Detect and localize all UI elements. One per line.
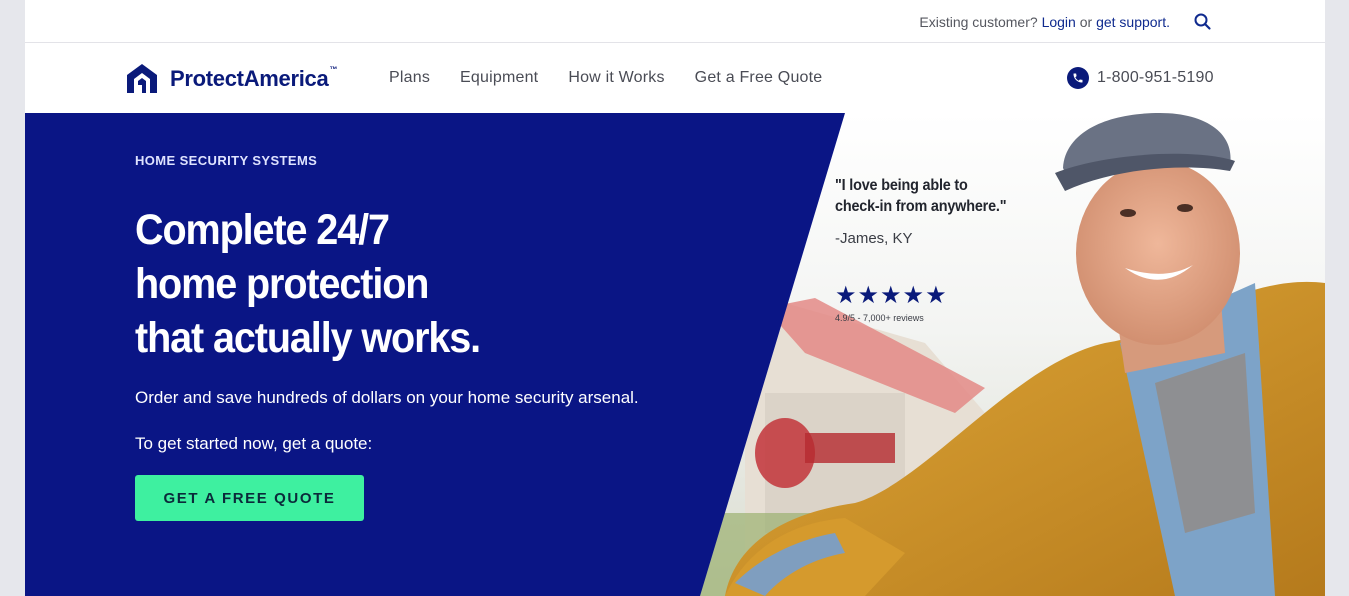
star-icon: ★ xyxy=(925,281,947,309)
review-count: 4.9/5 - 7,000+ reviews xyxy=(835,313,924,323)
search-icon[interactable] xyxy=(1193,12,1213,32)
hero-subtext: Order and save hundreds of dollars on yo… xyxy=(135,388,639,407)
star-icon: ★ xyxy=(902,281,925,309)
phone-link[interactable]: 1-800-951-5190 xyxy=(1067,67,1214,89)
rating-stars: ★ ★ ★ ★ ★ xyxy=(835,283,948,307)
nav-link-how-it-works[interactable]: How it Works xyxy=(568,69,664,87)
main-nav: ProtectAmerica ™ Plans Equipment How it … xyxy=(25,43,1325,113)
hero-section: HOME SECURITY SYSTEMS Complete 24/7 home… xyxy=(25,113,1325,596)
utility-bar: Existing customer? Login or get support. xyxy=(25,0,1325,43)
hero-headline-line-2: home protection xyxy=(135,260,429,308)
logo-trademark: ™ xyxy=(329,64,338,74)
nav-link-equipment[interactable]: Equipment xyxy=(460,69,538,87)
shield-house-icon xyxy=(127,64,157,93)
testimonial-attribution: -James, KY xyxy=(835,230,913,247)
page: Existing customer? Login or get support.… xyxy=(25,0,1325,596)
hero-headline: Complete 24/7 home protection that actua… xyxy=(135,203,613,365)
testimonial-quote-line-1: "I love being able to xyxy=(835,177,968,194)
hero-eyebrow: HOME SECURITY SYSTEMS xyxy=(135,153,318,168)
hero-prompt: To get started now, get a quote: xyxy=(135,434,373,453)
nav-link-plans[interactable]: Plans xyxy=(389,69,430,87)
star-icon: ★ xyxy=(857,281,880,309)
get-free-quote-button[interactable]: GET A FREE QUOTE xyxy=(135,475,364,521)
or-text: or xyxy=(1079,14,1093,30)
existing-customer-text: Existing customer? xyxy=(919,14,1038,30)
utility-text: Existing customer? Login or get support. xyxy=(919,14,1170,30)
nav-link-free-quote[interactable]: Get a Free Quote xyxy=(695,69,823,87)
nav-links: Plans Equipment How it Works Get a Free … xyxy=(389,69,852,87)
hero-headline-line-1: Complete 24/7 xyxy=(135,206,390,254)
get-support-link[interactable]: get support. xyxy=(1096,14,1170,30)
logo[interactable]: ProtectAmerica ™ xyxy=(124,61,337,97)
phone-icon xyxy=(1067,67,1089,89)
hero-headline-line-3: that actually works. xyxy=(135,314,481,362)
phone-number: 1-800-951-5190 xyxy=(1097,69,1214,86)
star-icon: ★ xyxy=(835,281,857,309)
logo-text: ProtectAmerica xyxy=(170,66,329,91)
login-link[interactable]: Login xyxy=(1042,14,1076,30)
testimonial-quote: "I love being able to check-in from anyw… xyxy=(835,175,1007,217)
star-icon: ★ xyxy=(880,281,902,309)
testimonial-quote-line-2: check-in from anywhere." xyxy=(835,198,1007,215)
